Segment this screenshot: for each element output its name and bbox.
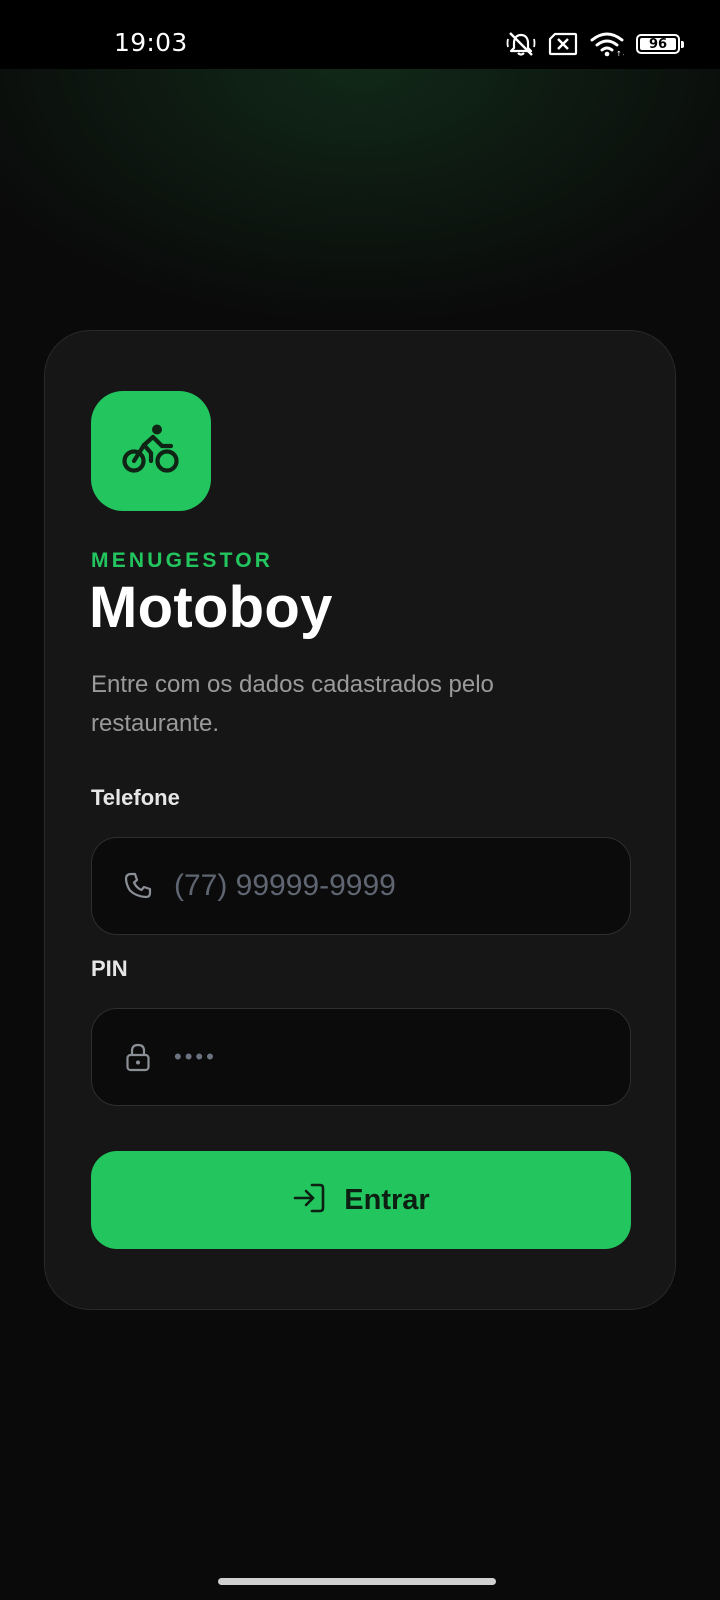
brand-label: MENUGESTOR (91, 549, 274, 572)
login-screen: 19:03 ↑ 96 MENUGESTOR Motoboy Entre com … (0, 0, 720, 1600)
status-time: 19:03 (114, 28, 188, 57)
phone-input[interactable]: (77) 99999-9999 (91, 837, 631, 935)
battery-icon: 96 (636, 34, 684, 54)
login-button[interactable]: Entrar (91, 1151, 631, 1249)
page-title: Motoboy (89, 575, 333, 640)
status-bar: 19:03 ↑ 96 (0, 0, 720, 69)
lock-icon (122, 1041, 154, 1073)
bike-icon (121, 423, 181, 480)
pin-placeholder: •••• (174, 1044, 217, 1069)
svg-text:↑↓: ↑↓ (616, 50, 624, 57)
phone-placeholder: (77) 99999-9999 (174, 869, 396, 902)
pin-input[interactable]: •••• (91, 1008, 631, 1106)
mute-icon (506, 30, 536, 58)
phone-icon (122, 870, 154, 902)
login-button-label: Entrar (344, 1183, 430, 1216)
no-sim-icon (548, 32, 578, 56)
battery-level: 96 (648, 36, 668, 52)
home-indicator[interactable] (218, 1578, 496, 1585)
page-subtitle: Entre com os dados cadastrados pelo rest… (91, 671, 494, 737)
wifi-icon: ↑↓ (590, 31, 624, 57)
pin-label: PIN (91, 956, 128, 981)
app-logo (91, 391, 211, 511)
phone-label: Telefone (91, 785, 180, 810)
status-icons: ↑↓ 96 (506, 29, 684, 59)
login-icon (292, 1182, 326, 1219)
login-card: MENUGESTOR Motoboy Entre com os dados ca… (44, 330, 676, 1310)
